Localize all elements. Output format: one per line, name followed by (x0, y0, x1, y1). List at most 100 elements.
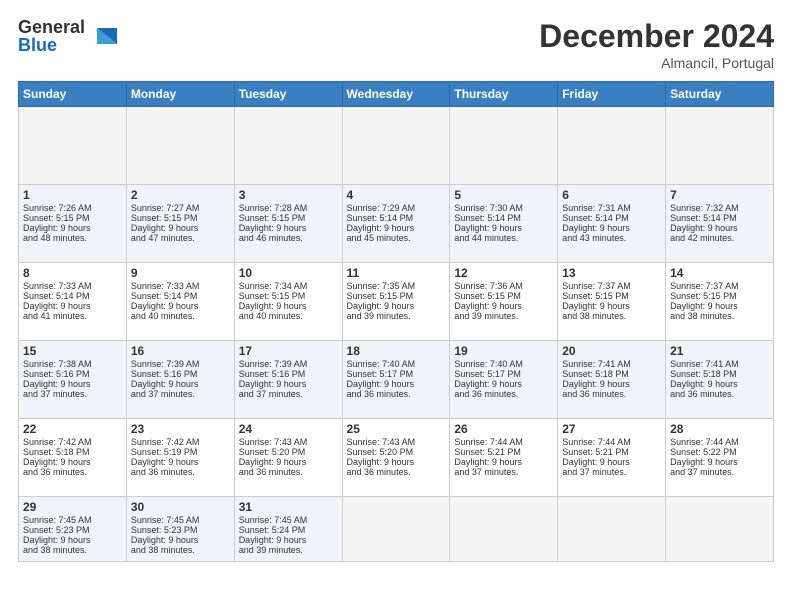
day-info: and 37 minutes. (670, 467, 769, 477)
calendar-cell: 15Sunrise: 7:38 AMSunset: 5:16 PMDayligh… (19, 341, 127, 419)
day-info: Sunset: 5:15 PM (454, 291, 553, 301)
calendar-cell: 25Sunrise: 7:43 AMSunset: 5:20 PMDayligh… (342, 419, 450, 497)
day-info: Daylight: 9 hours (131, 379, 230, 389)
day-info: and 38 minutes. (23, 545, 122, 555)
day-info: Sunset: 5:14 PM (131, 291, 230, 301)
day-info: and 38 minutes. (670, 311, 769, 321)
day-info: and 44 minutes. (454, 233, 553, 243)
day-info: and 37 minutes. (131, 389, 230, 399)
day-info: Sunrise: 7:27 AM (131, 203, 230, 213)
calendar-cell: 24Sunrise: 7:43 AMSunset: 5:20 PMDayligh… (234, 419, 342, 497)
calendar-cell (666, 497, 774, 562)
day-info: Sunrise: 7:41 AM (562, 359, 661, 369)
day-info: Sunset: 5:19 PM (131, 447, 230, 457)
col-header-wednesday: Wednesday (342, 82, 450, 107)
day-info: Daylight: 9 hours (347, 379, 446, 389)
calendar-cell: 9Sunrise: 7:33 AMSunset: 5:14 PMDaylight… (126, 263, 234, 341)
calendar-cell (666, 107, 774, 185)
day-info: and 38 minutes. (562, 311, 661, 321)
day-number: 15 (23, 344, 122, 358)
day-number: 19 (454, 344, 553, 358)
col-header-sunday: Sunday (19, 82, 127, 107)
day-info: Daylight: 9 hours (239, 457, 338, 467)
day-info: Daylight: 9 hours (347, 223, 446, 233)
col-header-saturday: Saturday (666, 82, 774, 107)
day-info: Sunrise: 7:37 AM (670, 281, 769, 291)
day-number: 28 (670, 422, 769, 436)
day-info: and 37 minutes. (23, 389, 122, 399)
day-info: Sunset: 5:18 PM (23, 447, 122, 457)
calendar-cell (126, 107, 234, 185)
calendar-cell: 23Sunrise: 7:42 AMSunset: 5:19 PMDayligh… (126, 419, 234, 497)
day-number: 2 (131, 188, 230, 202)
calendar-cell: 20Sunrise: 7:41 AMSunset: 5:18 PMDayligh… (558, 341, 666, 419)
day-number: 29 (23, 500, 122, 514)
day-number: 22 (23, 422, 122, 436)
day-info: Sunset: 5:14 PM (670, 213, 769, 223)
calendar-week-4: 22Sunrise: 7:42 AMSunset: 5:18 PMDayligh… (19, 419, 774, 497)
day-info: Sunset: 5:15 PM (670, 291, 769, 301)
day-info: and 40 minutes. (239, 311, 338, 321)
day-info: Sunset: 5:20 PM (239, 447, 338, 457)
day-number: 16 (131, 344, 230, 358)
day-info: Daylight: 9 hours (670, 223, 769, 233)
day-number: 21 (670, 344, 769, 358)
day-info: Daylight: 9 hours (239, 379, 338, 389)
day-info: Sunrise: 7:31 AM (562, 203, 661, 213)
day-info: and 47 minutes. (131, 233, 230, 243)
calendar-cell: 10Sunrise: 7:34 AMSunset: 5:15 PMDayligh… (234, 263, 342, 341)
day-info: Sunset: 5:23 PM (131, 525, 230, 535)
day-info: Sunrise: 7:43 AM (239, 437, 338, 447)
day-info: Daylight: 9 hours (131, 301, 230, 311)
day-number: 4 (347, 188, 446, 202)
day-number: 5 (454, 188, 553, 202)
day-number: 7 (670, 188, 769, 202)
day-info: and 36 minutes. (239, 467, 338, 477)
day-info: Daylight: 9 hours (347, 457, 446, 467)
calendar-cell: 3Sunrise: 7:28 AMSunset: 5:15 PMDaylight… (234, 185, 342, 263)
day-info: Daylight: 9 hours (131, 457, 230, 467)
col-header-tuesday: Tuesday (234, 82, 342, 107)
day-info: Sunset: 5:15 PM (239, 291, 338, 301)
day-info: Sunset: 5:21 PM (562, 447, 661, 457)
day-info: Sunset: 5:16 PM (239, 369, 338, 379)
calendar-cell: 18Sunrise: 7:40 AMSunset: 5:17 PMDayligh… (342, 341, 450, 419)
day-info: Sunrise: 7:26 AM (23, 203, 122, 213)
day-number: 18 (347, 344, 446, 358)
day-info: Sunrise: 7:41 AM (670, 359, 769, 369)
day-info: and 37 minutes. (562, 467, 661, 477)
day-info: Sunrise: 7:45 AM (131, 515, 230, 525)
day-info: Sunrise: 7:34 AM (239, 281, 338, 291)
day-number: 6 (562, 188, 661, 202)
day-info: Sunset: 5:21 PM (454, 447, 553, 457)
day-info: Daylight: 9 hours (670, 379, 769, 389)
day-info: and 36 minutes. (454, 389, 553, 399)
day-info: Sunset: 5:17 PM (347, 369, 446, 379)
day-number: 10 (239, 266, 338, 280)
day-info: Sunrise: 7:38 AM (23, 359, 122, 369)
day-number: 26 (454, 422, 553, 436)
day-info: Daylight: 9 hours (454, 223, 553, 233)
day-info: Daylight: 9 hours (454, 457, 553, 467)
day-info: and 36 minutes. (347, 467, 446, 477)
calendar-cell: 30Sunrise: 7:45 AMSunset: 5:23 PMDayligh… (126, 497, 234, 562)
day-info: and 36 minutes. (347, 389, 446, 399)
day-info: Daylight: 9 hours (131, 223, 230, 233)
day-info: Sunrise: 7:40 AM (454, 359, 553, 369)
title-block: December 2024 Almancil, Portugal (539, 18, 774, 71)
calendar-cell (342, 497, 450, 562)
calendar-cell (450, 497, 558, 562)
day-info: Sunrise: 7:33 AM (23, 281, 122, 291)
day-info: Daylight: 9 hours (239, 535, 338, 545)
day-info: Sunrise: 7:45 AM (239, 515, 338, 525)
day-info: and 37 minutes. (239, 389, 338, 399)
day-number: 24 (239, 422, 338, 436)
day-info: Sunset: 5:24 PM (239, 525, 338, 535)
day-info: Daylight: 9 hours (239, 223, 338, 233)
day-info: Daylight: 9 hours (670, 301, 769, 311)
day-info: Sunrise: 7:39 AM (131, 359, 230, 369)
day-number: 11 (347, 266, 446, 280)
col-header-thursday: Thursday (450, 82, 558, 107)
page-header: General Blue December 2024 Almancil, Por… (18, 18, 774, 71)
day-number: 20 (562, 344, 661, 358)
